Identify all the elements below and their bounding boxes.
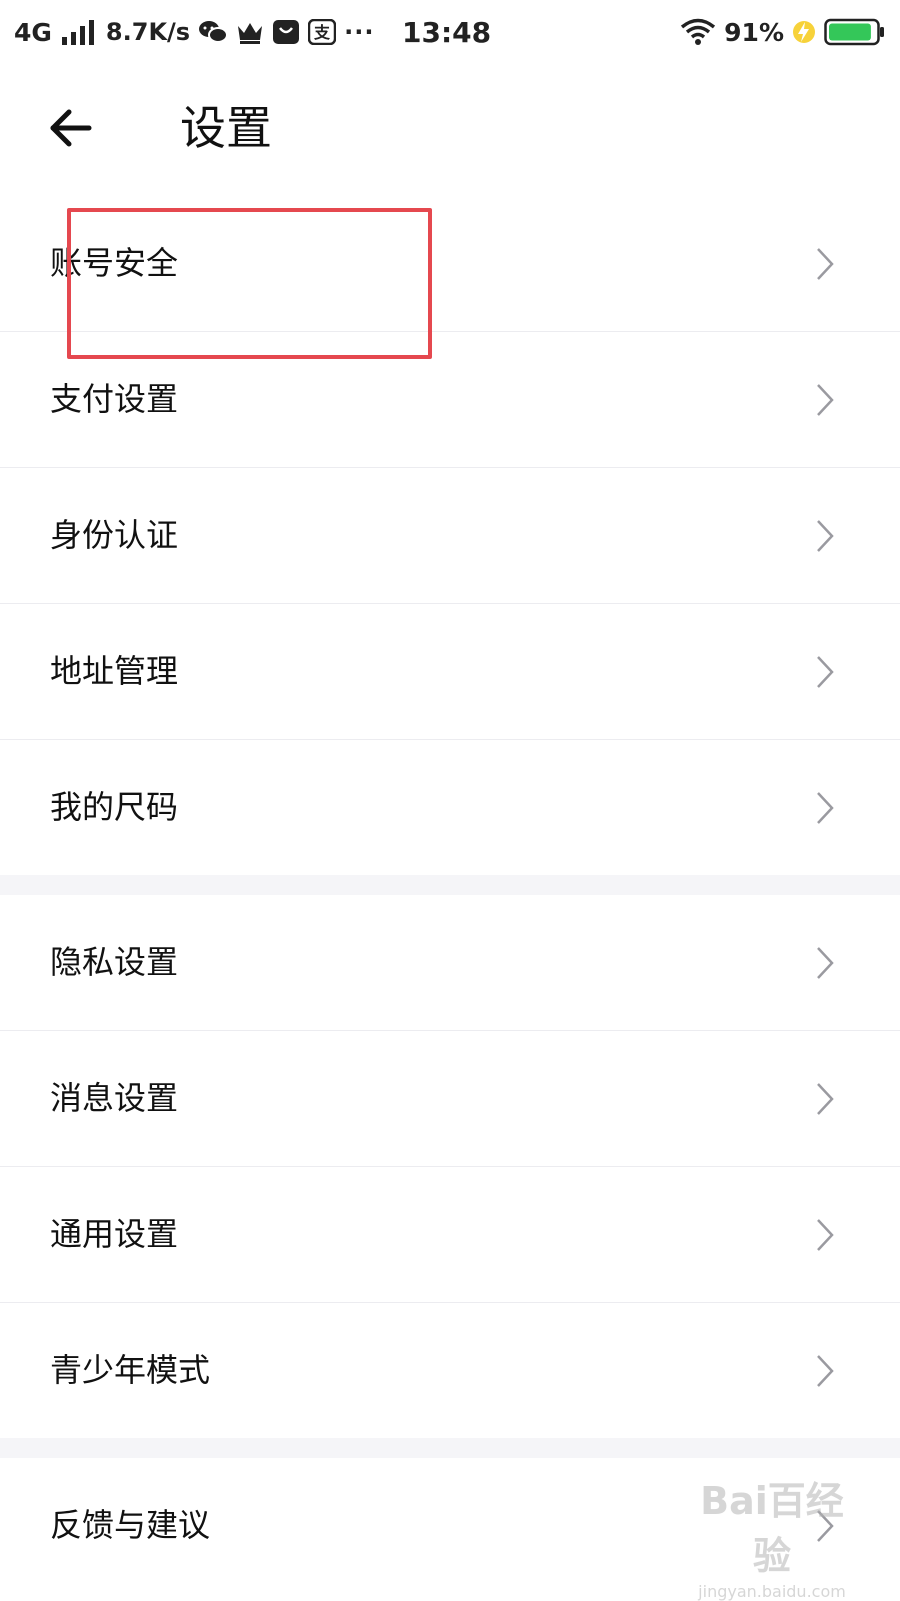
- menu-item-teen-mode[interactable]: 青少年模式: [0, 1303, 900, 1438]
- wechat-icon: [198, 19, 229, 45]
- menu-item-label: 青少年模式: [50, 1351, 211, 1389]
- battery-icon: [824, 18, 886, 46]
- chevron-right-icon: [817, 1510, 834, 1542]
- status-bar: 4G 8.7K/s 支 ··· 13:48 91%: [0, 0, 900, 64]
- menu-item-label: 我的尺码: [50, 788, 179, 826]
- menu-item-general-settings[interactable]: 通用设置: [0, 1167, 900, 1303]
- arrow-left-icon: [50, 109, 92, 147]
- status-right: 91%: [680, 0, 886, 64]
- page-header: 设置: [0, 70, 900, 190]
- chevron-right-icon: [817, 520, 834, 552]
- charging-icon: [792, 18, 816, 46]
- chevron-right-icon: [817, 656, 834, 688]
- menu-item-label: 反馈与建议: [50, 1506, 211, 1544]
- battery-percent: 91%: [724, 17, 784, 47]
- section-divider: [0, 875, 900, 895]
- chevron-right-icon: [817, 792, 834, 824]
- menu-item-privacy-settings[interactable]: 隐私设置: [0, 895, 900, 1031]
- chevron-right-icon: [817, 1083, 834, 1115]
- menu-item-label: 账号安全: [50, 244, 179, 282]
- section-divider: [0, 1438, 900, 1458]
- chevron-right-icon: [817, 248, 834, 280]
- menu-item-payment-settings[interactable]: 支付设置: [0, 332, 900, 468]
- status-time: 13:48: [402, 15, 492, 49]
- menu-item-my-size[interactable]: 我的尺码: [0, 740, 900, 875]
- menu-item-message-settings[interactable]: 消息设置: [0, 1031, 900, 1167]
- svg-text:支: 支: [313, 23, 331, 42]
- menu-item-label: 消息设置: [50, 1079, 179, 1117]
- app-box-icon: [272, 19, 300, 45]
- menu-item-label: 身份认证: [50, 516, 179, 554]
- more-notifications: ···: [344, 18, 375, 46]
- menu-item-address-management[interactable]: 地址管理: [0, 604, 900, 740]
- page-title: 设置: [180, 101, 272, 155]
- chevron-right-icon: [817, 384, 834, 416]
- network-type: 4G: [14, 17, 52, 47]
- menu-item-label: 隐私设置: [50, 943, 179, 981]
- menu-item-identity-verification[interactable]: 身份认证: [0, 468, 900, 604]
- network-speed: 8.7K/s: [105, 18, 191, 46]
- menu-item-feedback[interactable]: 反馈与建议: [0, 1458, 900, 1593]
- chevron-right-icon: [817, 1355, 834, 1387]
- menu-item-label: 支付设置: [50, 380, 179, 418]
- alipay-icon: 支: [308, 19, 337, 45]
- menu-item-account-security[interactable]: 账号安全: [0, 196, 900, 332]
- menu-item-label: 地址管理: [50, 652, 179, 690]
- back-button[interactable]: [40, 98, 100, 158]
- crown-icon: [236, 20, 264, 44]
- signal-icon: [60, 19, 98, 45]
- menu-item-label: 通用设置: [50, 1215, 179, 1253]
- settings-menu: 账号安全 支付设置 身份认证 地址管理 我的尺码 隐私设置 消息设置 通用设置 …: [0, 196, 900, 1593]
- chevron-right-icon: [817, 1219, 834, 1251]
- status-left: 4G 8.7K/s 支 ···: [14, 0, 374, 64]
- wifi-icon: [680, 18, 716, 46]
- chevron-right-icon: [817, 947, 834, 979]
